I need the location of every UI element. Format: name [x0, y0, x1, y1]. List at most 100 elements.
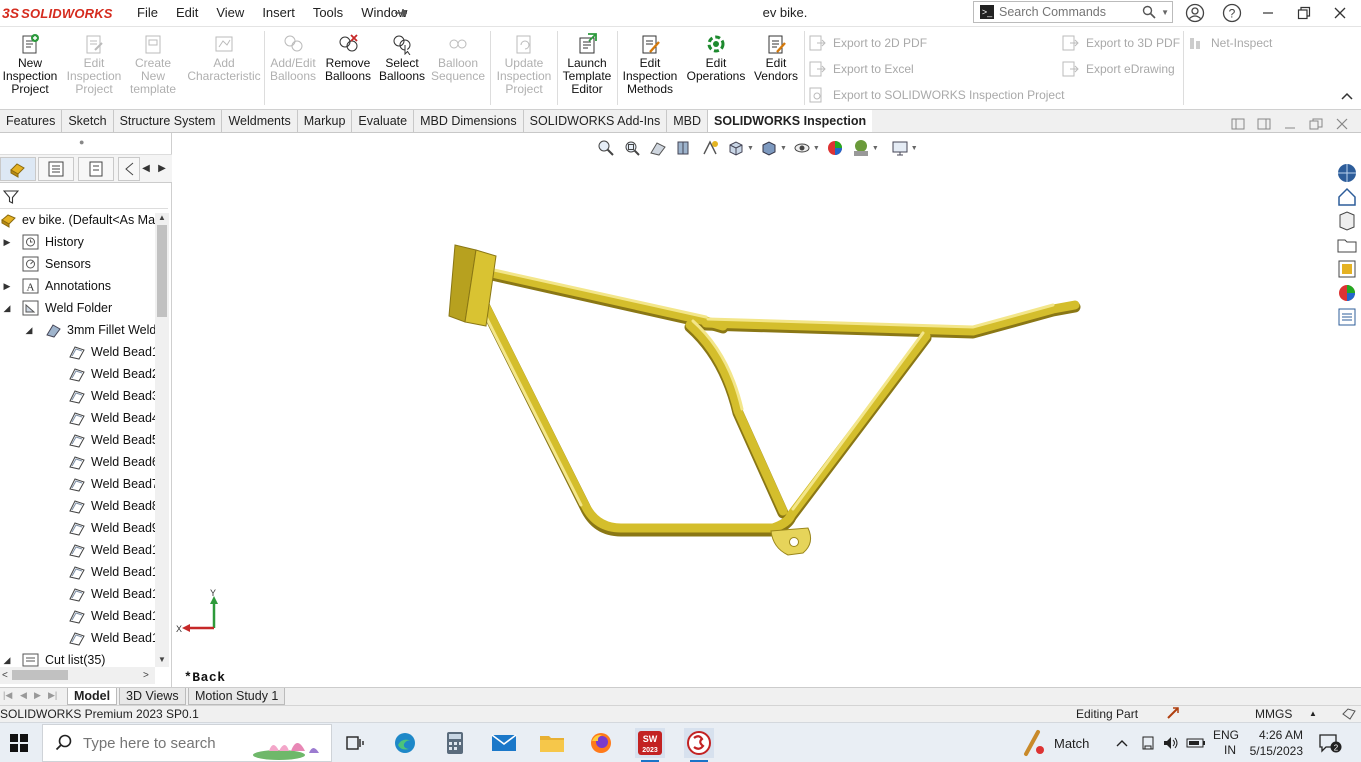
tab-3d-views[interactable]: 3D Views	[119, 688, 186, 705]
collapse-arrow-icon[interactable]: ◢	[2, 297, 12, 319]
mail-icon[interactable]	[489, 728, 519, 758]
tree-item-weld-bead[interactable]: Weld Bead2	[0, 363, 155, 385]
last-tab-icon[interactable]: ▶|	[48, 690, 57, 701]
tab-mbd[interactable]: MBD	[667, 110, 709, 132]
edit-operations-button[interactable]: Edit Operations	[684, 33, 748, 83]
scroll-left-icon[interactable]: <	[2, 667, 8, 684]
tree-item-weld-bead[interactable]: Weld Bead1·	[0, 627, 155, 649]
launch-template-editor-button[interactable]: Launch Template Editor	[560, 33, 614, 96]
remove-balloons-button[interactable]: Remove Balloons	[322, 33, 374, 83]
tab-features[interactable]: Features	[0, 110, 63, 132]
tree-item-weld-bead[interactable]: Weld Bead1	[0, 561, 155, 583]
tab-mbd-dimensions[interactable]: MBD Dimensions	[414, 110, 524, 132]
taskbar-search[interactable]	[42, 724, 332, 762]
panel-grip[interactable]: ●	[0, 133, 172, 155]
tree-vertical-scrollbar[interactable]: ▲ ▼	[155, 213, 169, 667]
tree-item-fillet-weld[interactable]: ◢ 3mm Fillet Weld	[0, 319, 155, 341]
scroll-thumb[interactable]	[12, 670, 68, 680]
tab-scroll-right-icon[interactable]: ▶	[154, 159, 170, 179]
prev-tab-icon[interactable]: ◀	[20, 690, 27, 701]
search-dropdown-icon[interactable]: ▼	[1161, 8, 1169, 17]
tree-item-cut-list[interactable]: ◢ Cut list(35)	[0, 649, 155, 669]
tile-right-icon[interactable]	[1257, 118, 1271, 133]
design-library-icon[interactable]	[1336, 210, 1358, 232]
edit-vendors-button[interactable]: Edit Vendors	[750, 33, 802, 83]
tree-item-annotations[interactable]: ▶ A Annotations	[0, 275, 155, 297]
file-explorer-taskbar-icon[interactable]	[537, 728, 567, 758]
windows-start-icon[interactable]	[10, 734, 28, 752]
tree-filter[interactable]	[0, 185, 168, 209]
tab-solidworks-add-ins[interactable]: SOLIDWORKS Add-Ins	[524, 110, 668, 132]
volume-icon[interactable]	[1162, 723, 1180, 762]
export-3d-pdf-button[interactable]: Export to 3D PDF	[1061, 35, 1180, 51]
search-icon[interactable]	[1142, 5, 1156, 22]
menu-file[interactable]: File	[128, 0, 167, 26]
tab-markup[interactable]: Markup	[298, 110, 353, 132]
tree-item-weld-bead[interactable]: Weld Bead1	[0, 605, 155, 627]
minimize-button[interactable]	[1250, 0, 1286, 26]
tree-item-weld-bead[interactable]: Weld Bead1(	[0, 539, 155, 561]
tab-model[interactable]: Model	[67, 688, 118, 705]
language-indicator[interactable]: ENG IN	[1213, 723, 1239, 762]
feature-manager-tab[interactable]	[0, 157, 36, 181]
network-icon[interactable]	[1140, 723, 1156, 762]
doc-restore-icon[interactable]	[1309, 118, 1323, 133]
tree-item-weld-bead[interactable]: Weld Bead5	[0, 429, 155, 451]
expand-arrow-icon[interactable]: ▶	[2, 231, 12, 253]
task-view-icon[interactable]	[340, 728, 370, 758]
show-hidden-icons[interactable]	[1116, 723, 1128, 762]
tab-evaluate[interactable]: Evaluate	[352, 110, 415, 132]
create-new-template-button[interactable]: Create New template	[126, 33, 180, 96]
update-inspection-project-button[interactable]: Update Inspection Project	[494, 33, 554, 96]
configuration-manager-tab[interactable]	[78, 157, 114, 181]
menu-insert[interactable]: Insert	[253, 0, 304, 26]
tree-horizontal-scrollbar[interactable]: < >	[0, 667, 155, 684]
add-characteristic-button[interactable]: Add Characteristic	[186, 33, 262, 83]
units-dropdown-icon[interactable]: ▲	[1309, 706, 1317, 722]
solidworks-logo[interactable]: 3S SOLIDWORKS	[2, 4, 113, 22]
doc-close-icon[interactable]	[1335, 118, 1349, 133]
tree-item-weld-bead[interactable]: Weld Bead8	[0, 495, 155, 517]
tree-item-weld-bead[interactable]: Weld Bead4	[0, 407, 155, 429]
home-icon[interactable]	[1336, 186, 1358, 208]
tab-motion-study[interactable]: Motion Study 1	[188, 688, 286, 705]
unit-system[interactable]: MMGS	[1255, 706, 1292, 722]
solidworks-2023-taskbar-icon[interactable]: SW 2023	[635, 728, 665, 762]
tab-weldments[interactable]: Weldments	[222, 110, 298, 132]
scroll-down-icon[interactable]: ▼	[155, 655, 169, 667]
export-sw-inspection-project-button[interactable]: Export to SOLIDWORKS Inspection Project	[808, 87, 1064, 103]
tree-item-weld-folder[interactable]: ◢ Weld Folder	[0, 297, 155, 319]
menu-edit[interactable]: Edit	[167, 0, 207, 26]
appearances-icon[interactable]	[1336, 282, 1358, 304]
tab-sketch[interactable]: Sketch	[62, 110, 114, 132]
tile-left-icon[interactable]	[1231, 118, 1245, 133]
dimxpert-tab[interactable]	[118, 157, 140, 181]
export-excel-button[interactable]: Export to Excel	[808, 61, 914, 77]
tree-root[interactable]: ev bike. (Default<As Mac	[0, 209, 155, 231]
calculator-icon[interactable]	[440, 728, 470, 758]
tree-item-weld-bead[interactable]: Weld Bead1	[0, 341, 155, 363]
search-commands-input[interactable]	[999, 5, 1139, 19]
scroll-right-icon[interactable]: >	[143, 667, 149, 684]
tab-scroll-left-icon[interactable]: ◀	[138, 159, 154, 179]
notification-center-icon[interactable]: 2	[1318, 723, 1342, 762]
edit-inspection-methods-button[interactable]: Edit Inspection Methods	[620, 33, 680, 96]
new-inspection-project-button[interactable]: New Inspection Project	[2, 33, 58, 96]
solidworks-inspection-taskbar-icon[interactable]	[684, 728, 714, 762]
pin-menu-icon[interactable]	[393, 5, 409, 21]
firefox-icon[interactable]	[586, 728, 616, 758]
select-balloons-button[interactable]: Select Balloons	[376, 33, 428, 83]
graphics-area[interactable]: ▼ ▼ ▼ ▼ ▼ Y X *Back	[173, 133, 1333, 687]
tree-item-weld-bead[interactable]: Weld Bead6	[0, 451, 155, 473]
file-explorer-icon[interactable]	[1336, 234, 1358, 256]
balloon-sequence-button[interactable]: Balloon Sequence	[430, 33, 486, 83]
tree-item-weld-bead[interactable]: Weld Bead9	[0, 517, 155, 539]
weather-widget[interactable]: Match	[1020, 723, 1089, 762]
tree-item-sensors[interactable]: Sensors	[0, 253, 155, 275]
battery-icon[interactable]	[1186, 723, 1206, 762]
collapse-arrow-icon[interactable]: ◢	[2, 649, 12, 669]
add-edit-balloons-button[interactable]: Add/Edit Balloons	[268, 33, 318, 83]
taskbar-search-input[interactable]	[83, 734, 263, 752]
restore-button[interactable]	[1286, 0, 1322, 26]
doc-minimize-icon[interactable]	[1283, 118, 1297, 133]
